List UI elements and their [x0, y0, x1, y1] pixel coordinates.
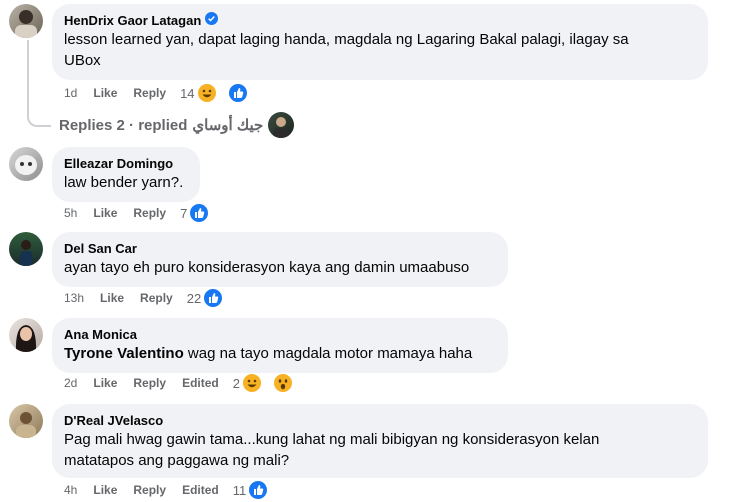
comment-text: Pag mali hwag gawin tama...kung lahat ng… — [64, 431, 600, 469]
like-button[interactable]: Like — [93, 376, 117, 390]
comment-bubble: Del San Car ayan tayo eh puro konsideras… — [52, 232, 508, 287]
comment-actions: 2d Like Reply Edited 2 — [64, 373, 309, 393]
commenter-name[interactable]: D'Real JVelasco — [64, 412, 163, 429]
like-reaction-icon — [203, 288, 224, 308]
avatar[interactable] — [9, 147, 43, 181]
replier-avatar — [268, 112, 295, 138]
thread-connector — [27, 40, 51, 127]
replier-name: جيك أوساي — [192, 117, 264, 134]
verified-badge-icon — [205, 12, 219, 29]
comment-text: Tyrone Valentino wag na tayo magdala mot… — [64, 345, 473, 362]
commenter-name[interactable]: Del San Car — [64, 240, 137, 257]
comment-actions: 1d Like Reply 14 — [64, 83, 264, 103]
timestamp[interactable]: 1d — [64, 86, 77, 100]
like-reaction-icon — [227, 83, 248, 103]
reply-button[interactable]: Reply — [133, 376, 166, 390]
comment-text: lesson learned yan, dapat laging handa, … — [64, 31, 629, 69]
commenter-name[interactable]: Ana Monica — [64, 326, 137, 343]
haha-reaction-icon — [196, 83, 217, 103]
reaction-count: 22 — [186, 290, 202, 306]
reply-button[interactable]: Reply — [133, 206, 166, 220]
like-reaction-icon — [189, 203, 210, 223]
reply-button[interactable]: Reply — [140, 291, 173, 305]
avatar[interactable] — [9, 404, 43, 438]
comment-text: law bender yarn?. — [64, 174, 184, 191]
mention-link[interactable]: Tyrone Valentino — [64, 345, 184, 362]
reaction-count: 11 — [232, 482, 247, 498]
like-button[interactable]: Like — [100, 291, 124, 305]
like-button[interactable]: Like — [93, 86, 117, 100]
comment-bubble: HenDrix Gaor Latagan lesson learned yan,… — [52, 4, 708, 80]
timestamp[interactable]: 5h — [64, 206, 77, 220]
edited-label[interactable]: Edited — [182, 376, 219, 390]
reaction-summary[interactable]: 14 — [180, 83, 263, 103]
comment-actions: 13h Like Reply 22 — [64, 288, 239, 308]
reaction-summary[interactable]: 7 — [180, 203, 225, 223]
like-button[interactable]: Like — [93, 206, 117, 220]
comment-actions: 5h Like Reply 7 — [64, 203, 225, 223]
timestamp[interactable]: 13h — [64, 291, 84, 305]
comment-actions: 4h Like Reply Edited 11 — [64, 480, 284, 500]
avatar[interactable] — [9, 4, 43, 38]
avatar[interactable] — [9, 318, 43, 352]
reaction-count: 7 — [180, 205, 188, 221]
like-reaction-icon — [248, 480, 269, 500]
commenter-name[interactable]: Elleazar Domingo — [64, 155, 173, 172]
reply-button[interactable]: Reply — [133, 86, 166, 100]
comment-text: ayan tayo eh puro konsiderasyon kaya ang… — [64, 259, 470, 276]
reaction-summary[interactable]: 22 — [187, 288, 239, 308]
comment-bubble: D'Real JVelasco Pag mali hwag gawin tama… — [52, 404, 708, 478]
replies-label: Replies 2 · replied — [59, 116, 188, 134]
reaction-count: 2 — [232, 375, 240, 391]
wow-reaction-icon — [272, 373, 293, 393]
reaction-summary[interactable]: 11 — [233, 480, 285, 500]
view-replies-link[interactable]: Replies 2 · replied جيك أوساي — [59, 112, 295, 138]
reaction-summary[interactable]: 2 — [233, 373, 309, 393]
commenter-name[interactable]: HenDrix Gaor Latagan — [64, 12, 201, 29]
haha-reaction-icon — [241, 373, 262, 393]
reaction-count: 14 — [180, 85, 195, 101]
comment-bubble: Ana Monica Tyrone Valentino wag na tayo … — [52, 318, 508, 373]
timestamp[interactable]: 2d — [64, 376, 77, 390]
comment-bubble: Elleazar Domingo law bender yarn?. — [52, 147, 200, 202]
avatar[interactable] — [9, 232, 43, 266]
